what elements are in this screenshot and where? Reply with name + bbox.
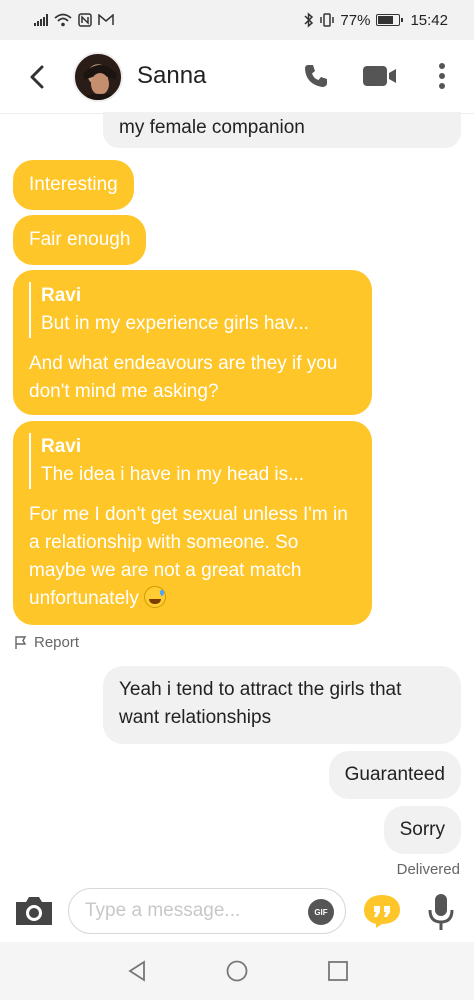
mail-icon: [98, 14, 114, 25]
camera-icon[interactable]: [14, 896, 54, 926]
grinning-sweat-emoji-icon: [144, 586, 167, 608]
nav-home-icon[interactable]: [224, 958, 250, 984]
message-text: Fair enough: [29, 229, 131, 250]
reply-quote[interactable]: Ravi The idea i have in my head is...: [29, 433, 356, 489]
nav-recents-icon[interactable]: [325, 958, 351, 984]
status-left-icons: [34, 13, 114, 27]
contact-name[interactable]: Sanna: [137, 62, 206, 90]
microphone-icon[interactable]: [427, 892, 455, 932]
message-bubble-outgoing[interactable]: Guaranteed: [328, 751, 461, 799]
message-text: my female companion: [119, 117, 305, 138]
message-text: Yeah i tend to attract the girls that wa…: [119, 679, 402, 728]
signal-icon: [34, 14, 48, 26]
system-nav-bar: [0, 942, 474, 1000]
delivered-status: Delivered: [396, 861, 460, 878]
message-text: Guaranteed: [344, 764, 445, 785]
quote-icon[interactable]: [362, 893, 402, 929]
message-text: For me I don't get sexual unless I'm in …: [29, 504, 348, 609]
message-bubble-outgoing[interactable]: Sorry: [383, 806, 461, 854]
avatar-image: [82, 65, 118, 100]
video-call-icon[interactable]: [361, 60, 399, 92]
vibrate-icon: [320, 13, 335, 27]
status-bar: 77% 15:42: [0, 0, 474, 40]
quote-author: Ravi: [41, 285, 82, 306]
message-text: Interesting: [29, 174, 118, 195]
message-bubble-reply[interactable]: Ravi But in my experience girls hav... A…: [13, 270, 372, 415]
more-icon[interactable]: [430, 60, 454, 92]
gif-button[interactable]: GIF: [308, 899, 334, 925]
message-text: And what endeavours are they if you don'…: [29, 353, 338, 402]
avatar[interactable]: [73, 52, 123, 102]
nfc-icon: [78, 13, 92, 27]
battery-fill: [378, 16, 394, 24]
report-label: Report: [34, 634, 80, 651]
chat-header: Sanna: [0, 40, 474, 114]
report-link[interactable]: Report: [14, 634, 79, 651]
message-bubble-outgoing[interactable]: my female companion: [103, 112, 461, 148]
message-bubble-reply[interactable]: Ravi The idea i have in my head is... Fo…: [13, 421, 372, 625]
wifi-icon: [54, 13, 72, 27]
quote-text: But in my experience girls hav...: [41, 313, 309, 334]
status-right-icons: 77% 15:42: [304, 12, 448, 29]
message-input[interactable]: [68, 888, 346, 934]
quote-author: Ravi: [41, 436, 82, 457]
message-text: Sorry: [399, 819, 445, 840]
flag-icon: [15, 635, 27, 649]
clock: 15:42: [410, 11, 448, 29]
phone-icon[interactable]: [300, 60, 332, 92]
bluetooth-icon: [304, 12, 314, 28]
quote-text: The idea i have in my head is...: [41, 464, 304, 485]
message-bubble-incoming[interactable]: Interesting: [13, 160, 134, 210]
battery-percent: 77%: [340, 11, 371, 29]
nav-back-icon[interactable]: [124, 958, 150, 984]
composer: GIF: [0, 880, 474, 942]
message-bubble-outgoing[interactable]: Yeah i tend to attract the girls that wa…: [103, 666, 461, 744]
message-bubble-incoming[interactable]: Fair enough: [13, 215, 147, 265]
battery-icon: [376, 14, 404, 26]
back-icon[interactable]: [26, 62, 50, 92]
reply-quote[interactable]: Ravi But in my experience girls hav...: [29, 282, 356, 338]
